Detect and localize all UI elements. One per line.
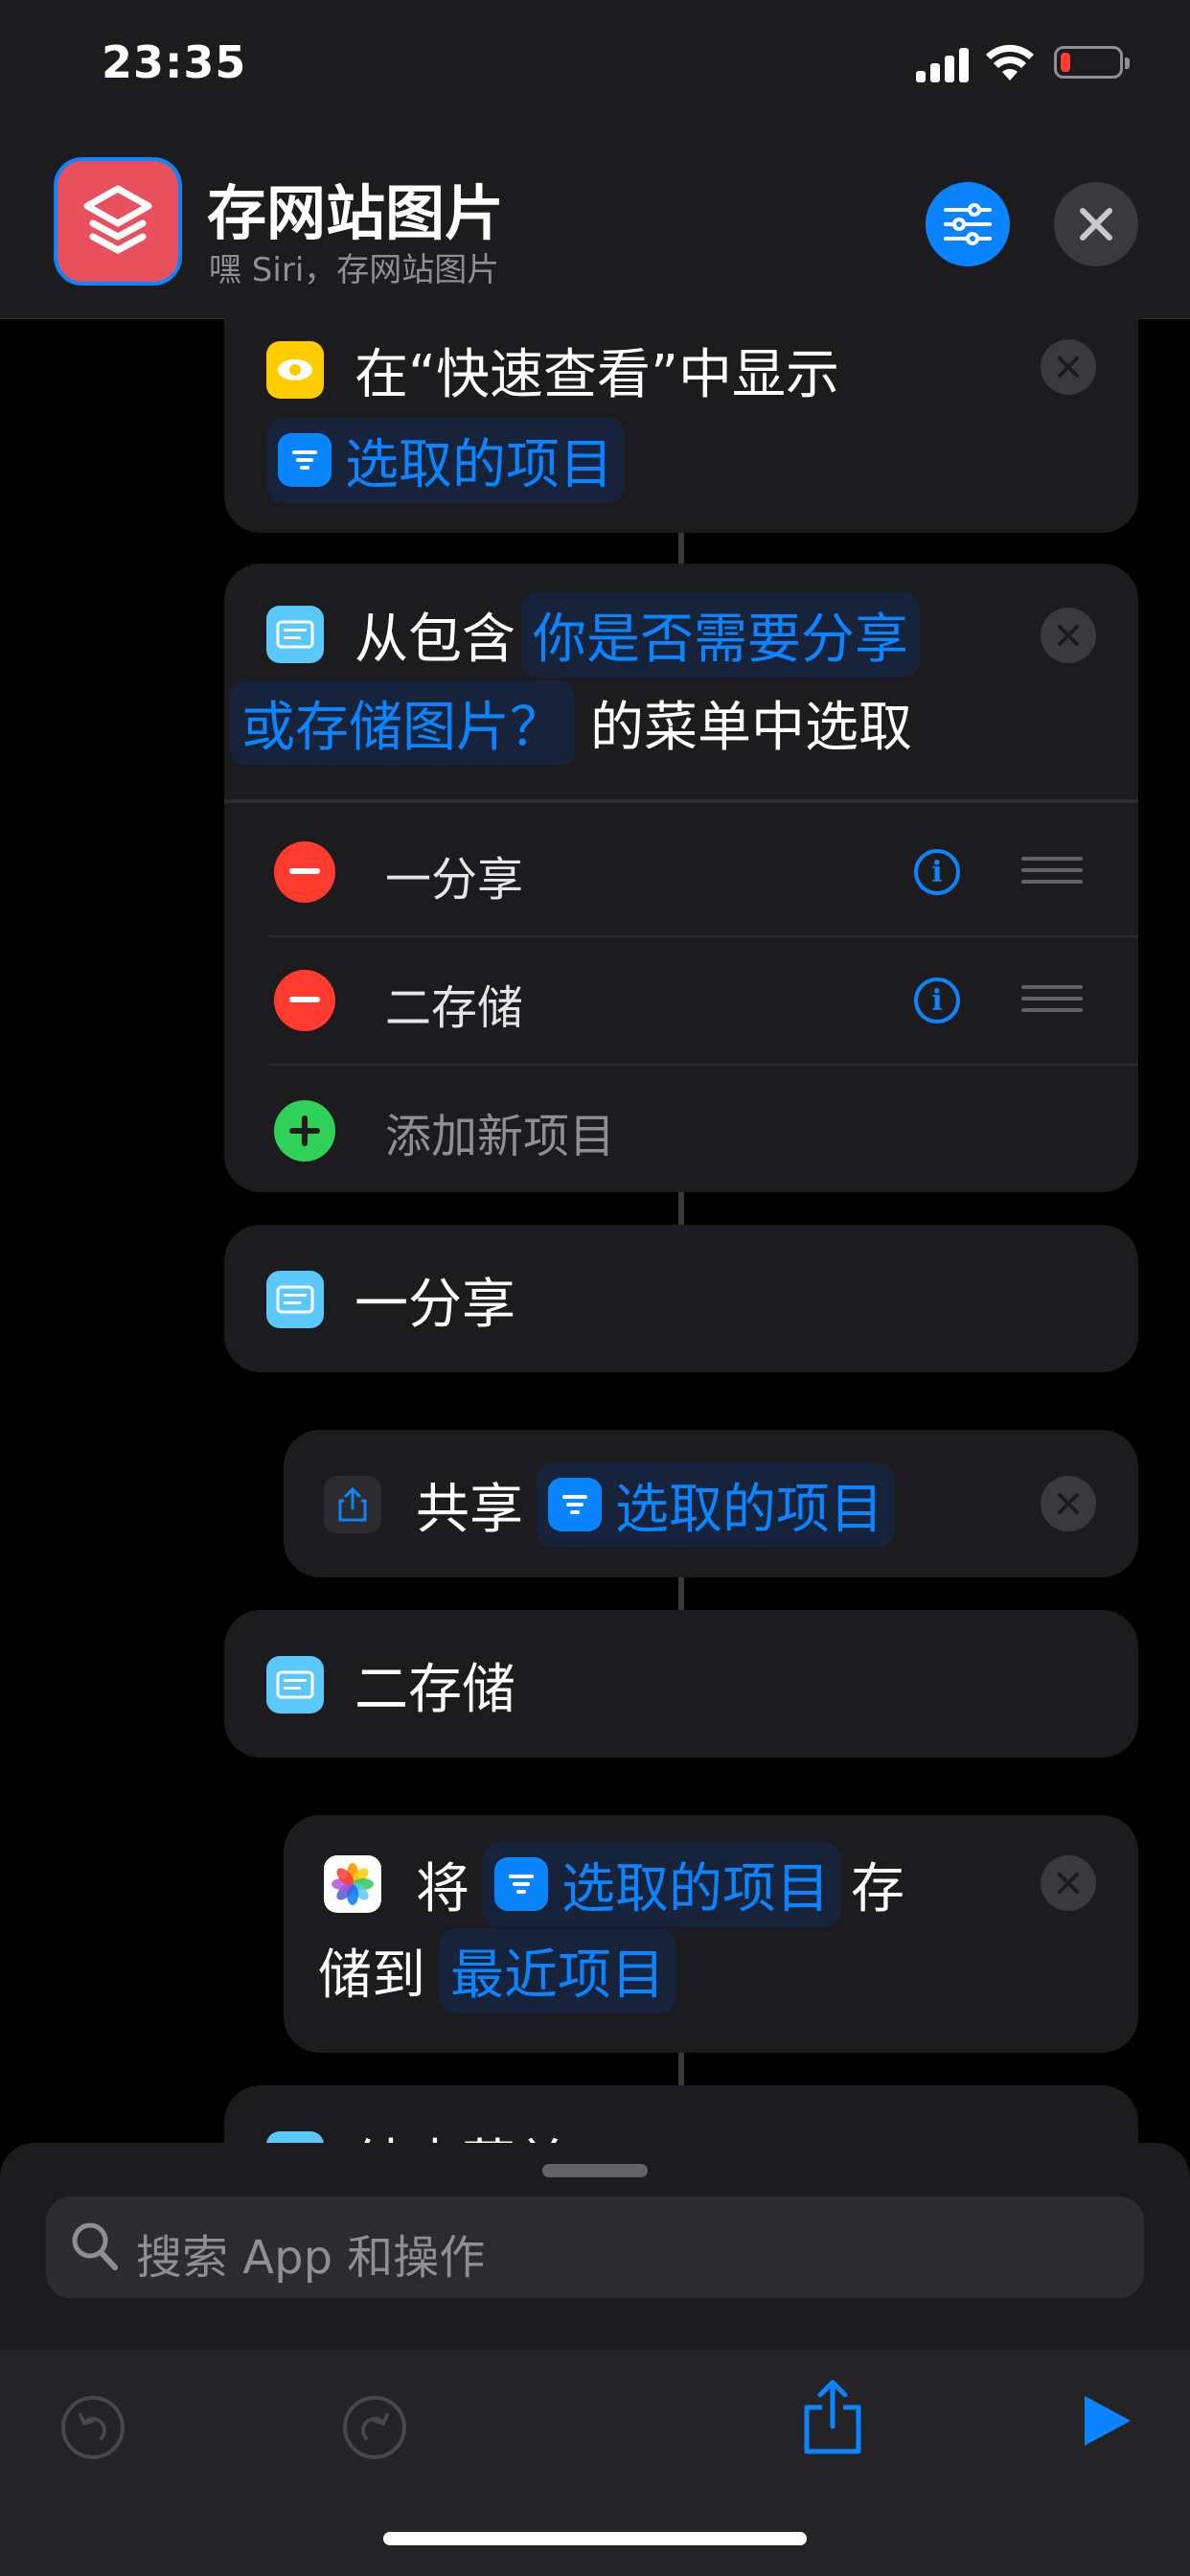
menu-icon <box>266 1656 324 1714</box>
case-label: 二存储 <box>355 1658 515 1721</box>
connector-line <box>678 1192 684 1225</box>
menu-icon <box>266 606 324 663</box>
selected-items-token[interactable]: 选取的项目 <box>537 1461 895 1548</box>
share-shortcut-button[interactable] <box>801 2379 864 2455</box>
action-text: 共享 <box>416 1478 523 1541</box>
undo-button[interactable] <box>59 2394 126 2461</box>
drag-handle-icon[interactable] <box>1021 985 1083 1014</box>
list-icon <box>548 1478 602 1531</box>
selected-items-token[interactable]: 选取的项目 <box>483 1841 841 1927</box>
shortcuts-app-icon[interactable] <box>54 157 182 286</box>
connector-line <box>678 1577 684 1610</box>
menu-prompt-token[interactable]: 你是否需要分享 <box>521 591 920 678</box>
search-icon <box>72 2222 118 2270</box>
search-placeholder: 搜索 App 和操作 <box>136 2231 486 2285</box>
close-icon <box>1058 356 1079 378</box>
share-icon <box>324 1476 381 1533</box>
remove-action-button[interactable] <box>1041 339 1096 395</box>
album-token[interactable]: 最近项目 <box>439 1927 676 2013</box>
connector-line <box>678 2053 684 2085</box>
close-icon <box>1058 625 1079 646</box>
list-icon <box>494 1857 548 1911</box>
remove-item-button[interactable] <box>274 970 335 1031</box>
remove-action-button[interactable] <box>1041 1855 1096 1911</box>
token-label: 选取的项目 <box>615 1478 883 1541</box>
cellular-signal-icon <box>916 48 970 82</box>
close-icon <box>1058 1873 1079 1894</box>
shortcut-header: 存网站图片 嘿 Siri，存网站图片 <box>0 144 1190 319</box>
wifi-icon <box>986 44 1034 80</box>
search-field[interactable]: 搜索 App 和操作 <box>46 2196 1144 2298</box>
battery-icon <box>1054 46 1130 79</box>
action-text: 从包含 <box>355 608 515 671</box>
divider <box>224 799 1138 803</box>
menu-item-label[interactable]: 二存储 <box>385 970 523 1037</box>
close-icon <box>1080 208 1112 241</box>
play-icon <box>1085 2396 1131 2446</box>
menu-icon <box>266 1271 324 1328</box>
status-bar: 23:35 <box>0 0 1190 144</box>
close-icon <box>1058 1493 1079 1514</box>
sliders-icon <box>944 203 992 245</box>
action-text: 储到 <box>318 1944 425 2007</box>
close-button[interactable] <box>1054 182 1138 266</box>
drag-handle-icon[interactable] <box>1021 857 1083 886</box>
selected-items-token[interactable]: 选取的项目 <box>266 417 625 503</box>
action-card-quick-look[interactable]: 在“快速查看”中显示 选取的项目 <box>224 307 1138 533</box>
sheet-grabber[interactable] <box>542 2164 648 2177</box>
action-text: 将 <box>416 1857 469 1920</box>
token-label: 选取的项目 <box>561 1857 830 1920</box>
action-search-sheet: 搜索 App 和操作 <box>0 2143 1190 2576</box>
action-card-choose-from-menu[interactable]: 从包含 你是否需要分享 或存储图片？ 的菜单中选取 一分享 i 二存储 i 添加… <box>224 564 1138 1192</box>
home-indicator[interactable] <box>383 2532 807 2545</box>
menu-case-share[interactable]: 一分享 <box>224 1225 1138 1372</box>
plus-icon <box>289 1116 320 1146</box>
share-icon <box>804 2380 861 2454</box>
photos-app-icon <box>324 1855 381 1913</box>
token-label: 选取的项目 <box>345 433 613 496</box>
action-text: 存 <box>851 1857 904 1920</box>
action-text: 的菜单中选取 <box>590 696 912 759</box>
divider <box>268 1064 1138 1066</box>
eye-icon <box>266 341 324 399</box>
minus-icon <box>289 868 320 874</box>
remove-action-button[interactable] <box>1041 608 1096 663</box>
add-item-button[interactable] <box>274 1100 335 1162</box>
remove-action-button[interactable] <box>1041 1476 1096 1531</box>
case-label: 一分享 <box>355 1273 515 1336</box>
menu-item-label[interactable]: 一分享 <box>385 841 523 908</box>
menu-prompt-token-cont[interactable]: 或存储图片？ <box>230 679 575 766</box>
info-icon[interactable]: i <box>914 978 960 1024</box>
status-time: 23:35 <box>102 36 247 88</box>
minus-icon <box>289 997 320 1002</box>
action-text: 在“快速查看”中显示 <box>355 343 840 406</box>
siri-phrase: 嘿 Siri，存网站图片 <box>209 251 500 289</box>
shortcuts-logo-icon <box>83 185 152 254</box>
list-icon <box>278 433 332 487</box>
add-new-item-label[interactable]: 添加新项目 <box>385 1098 615 1165</box>
menu-case-save[interactable]: 二存储 <box>224 1610 1138 1758</box>
shortcut-title[interactable]: 存网站图片 <box>207 165 504 251</box>
redo-button[interactable] <box>341 2394 408 2461</box>
action-card-share[interactable]: 共享 选取的项目 <box>284 1430 1138 1577</box>
action-card-save-to-album[interactable]: 将 选取的项目 存 储到 最近项目 <box>284 1815 1138 2053</box>
run-button[interactable] <box>1081 2392 1134 2450</box>
shortcut-settings-button[interactable] <box>926 182 1010 266</box>
redo-icon <box>343 2396 406 2459</box>
info-icon[interactable]: i <box>914 849 960 895</box>
divider <box>268 935 1138 937</box>
undo-icon <box>61 2396 125 2459</box>
connector-line <box>678 533 684 564</box>
remove-item-button[interactable] <box>274 841 335 903</box>
